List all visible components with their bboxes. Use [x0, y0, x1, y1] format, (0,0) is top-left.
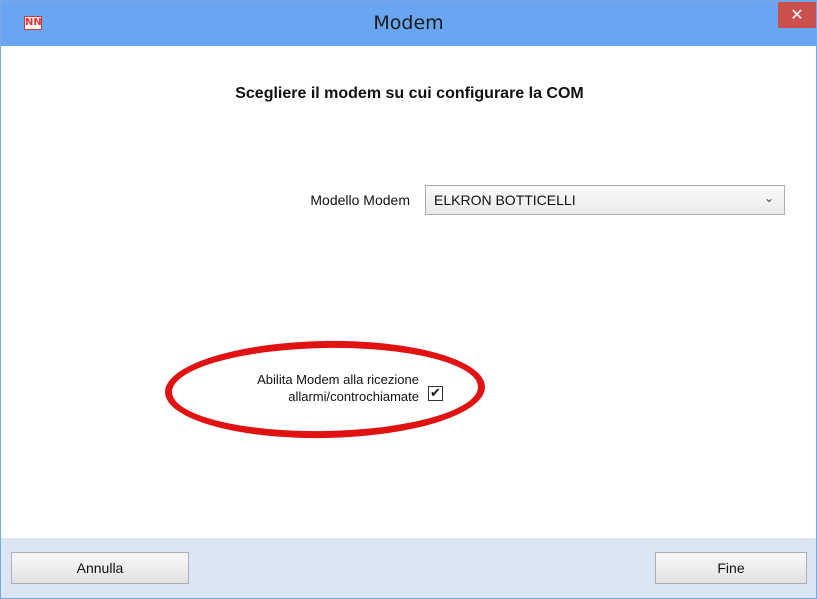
chevron-down-icon: ⌄ [763, 191, 774, 205]
modem-model-value: ELKRON BOTTICELLI [434, 192, 576, 208]
title-bar[interactable]: NN Modem ✕ [1, 1, 816, 46]
modem-model-label: Modello Modem [310, 192, 410, 208]
highlight-circle [164, 338, 486, 441]
cancel-button[interactable]: Annulla [11, 552, 189, 584]
window-title: Modem [373, 12, 444, 34]
modem-dialog: NN Modem ✕ Scegliere il modem su cui con… [0, 0, 817, 599]
close-button[interactable]: ✕ [778, 2, 816, 28]
dialog-heading: Scegliere il modem su cui configurare la… [235, 85, 584, 102]
modem-model-select[interactable]: ELKRON BOTTICELLI ⌄ [425, 185, 785, 215]
close-icon: ✕ [790, 5, 804, 24]
finish-button[interactable]: Fine [655, 552, 807, 584]
